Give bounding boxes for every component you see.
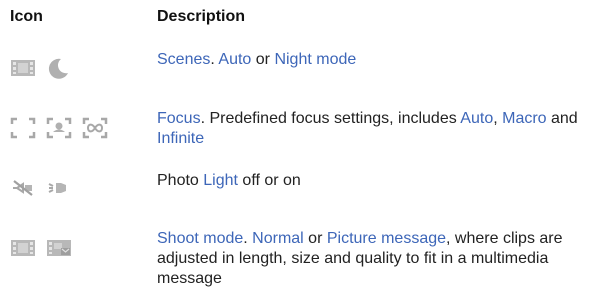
- light-on-icon: [46, 178, 72, 198]
- row-description: Shoot mode. Normal or Picture message, w…: [157, 229, 597, 289]
- moon-night-icon: [46, 57, 70, 79]
- description-text: and: [546, 110, 578, 127]
- row-description: Scenes. Auto or Night mode: [157, 50, 597, 70]
- description-text: . Predefined focus settings, includes: [200, 110, 461, 127]
- row-description: Focus. Predefined focus settings, includ…: [157, 109, 597, 149]
- description-text: .: [243, 230, 253, 247]
- highlighted-term: Macro: [502, 110, 547, 127]
- highlighted-term: Scenes: [157, 51, 211, 68]
- highlighted-term: Infinite: [157, 130, 205, 147]
- highlighted-term: Shoot mode: [157, 230, 244, 247]
- light-off-icon: [10, 178, 36, 198]
- description-text: or: [303, 230, 327, 247]
- description-text: or: [251, 51, 275, 68]
- description-column-header: Description: [157, 8, 246, 25]
- highlighted-term: Auto: [218, 51, 252, 68]
- film-scene-icon: [10, 58, 36, 78]
- shoot-normal-icon: [10, 238, 36, 258]
- description-text: Photo: [157, 172, 204, 189]
- row-description: Photo Light off or on: [157, 171, 597, 191]
- highlighted-term: Light: [203, 172, 238, 189]
- highlighted-term: Picture message: [326, 230, 447, 247]
- highlighted-term: Auto: [460, 110, 494, 127]
- icon-column-header: Icon: [10, 8, 43, 25]
- focus-macro-icon: [46, 117, 72, 139]
- shoot-picture-message-icon: [46, 238, 72, 258]
- focus-auto-icon: [10, 117, 36, 139]
- highlighted-term: Normal: [252, 230, 304, 247]
- focus-infinite-icon: [82, 117, 108, 139]
- highlighted-term: Focus: [157, 110, 201, 127]
- highlighted-term: Night mode: [274, 51, 357, 68]
- description-text: ,: [493, 110, 503, 127]
- description-text: off or on: [237, 172, 301, 189]
